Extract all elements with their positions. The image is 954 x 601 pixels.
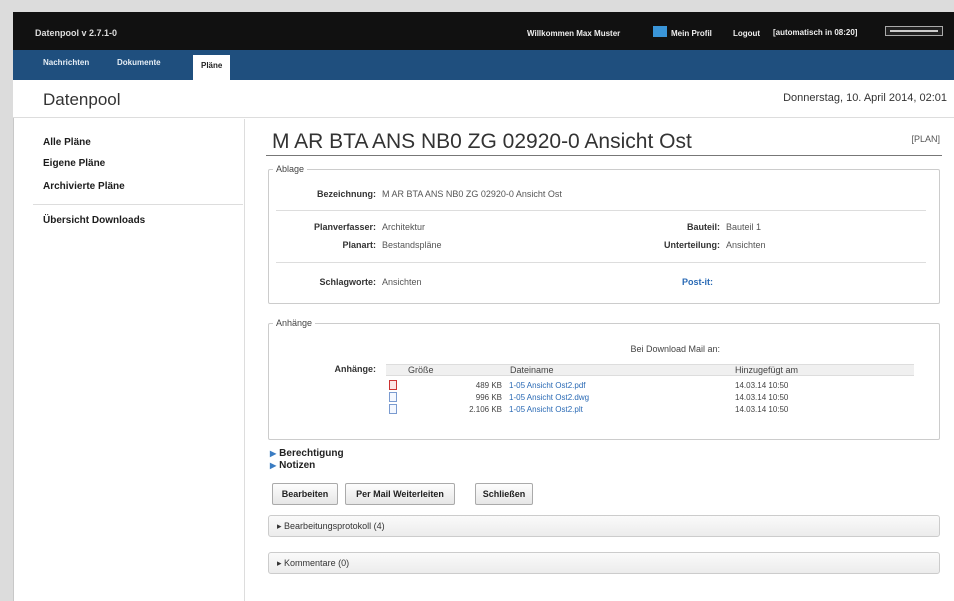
- ablage-separator: [276, 262, 926, 263]
- tab-nachrichten[interactable]: Nachrichten: [43, 58, 89, 67]
- file-link[interactable]: 1-05 Ansicht Ost2.plt: [509, 405, 583, 414]
- per-mail-weiterleiten-button[interactable]: Per Mail Weiterleiten: [345, 483, 455, 505]
- pdf-icon: [389, 380, 397, 390]
- sidebar-item-eigene-plaene[interactable]: Eigene Pläne: [43, 158, 105, 169]
- top-bar: Datenpool v 2.7.1-0 Willkommen Max Muste…: [13, 12, 954, 50]
- page-title: M AR BTA ANS NB0 ZG 02920-0 Ansicht Ost: [272, 130, 692, 153]
- main-nav: Nachrichten Dokumente Pläne: [13, 50, 954, 80]
- schlagworte-value: Ansichten: [382, 277, 422, 287]
- accordion-kommentare[interactable]: ▸ Kommentare (0): [268, 552, 940, 574]
- toggle-notizen[interactable]: ▶ Notizen: [270, 460, 315, 471]
- column-header-dateiname[interactable]: Dateiname: [510, 365, 554, 375]
- toggle-berechtigung[interactable]: ▶ Berechtigung: [270, 448, 344, 459]
- current-date: Donnerstag, 10. April 2014, 02:01: [783, 92, 947, 104]
- file-size: 996 KB: [475, 393, 502, 402]
- triangle-right-icon: ▶: [270, 461, 277, 470]
- ablage-legend: Ablage: [276, 164, 305, 174]
- schlagworte-label: Schlagworte:: [319, 277, 376, 287]
- planart-value: Bestandspläne: [382, 240, 442, 250]
- page-header: Datenpool Donnerstag, 10. April 2014, 02…: [13, 80, 954, 118]
- planverfasser-value: Architektur: [382, 222, 426, 232]
- toggle-label: Notizen: [279, 460, 316, 471]
- anhaenge-legend: Anhänge: [276, 318, 313, 328]
- sidebar-item-alle-plaene[interactable]: Alle Pläne: [43, 137, 91, 148]
- file-link[interactable]: 1-05 Ansicht Ost2.pdf: [509, 381, 586, 390]
- anhaenge-fieldset: Anhänge: [268, 318, 940, 440]
- app-version: Datenpool v 2.7.1-0: [35, 28, 118, 38]
- sidebar-item-archivierte-plaene[interactable]: Archivierte Pläne: [43, 181, 125, 192]
- profile-icon[interactable]: [653, 26, 667, 37]
- sidebar-divider: [33, 204, 243, 205]
- triangle-right-icon: ▸: [277, 521, 282, 531]
- profile-link[interactable]: Mein Profil: [671, 29, 712, 38]
- unterteilung-label: Unterteilung:: [664, 240, 720, 250]
- auto-logout-timer: [automatisch in 08:20]: [773, 28, 858, 37]
- column-header-groesse[interactable]: Größe: [408, 365, 434, 375]
- sidebar: Alle Pläne Eigene Pläne Archivierte Plän…: [13, 119, 245, 601]
- triangle-right-icon: ▸: [277, 558, 282, 568]
- triangle-right-icon: ▶: [270, 449, 277, 458]
- file-date: 14.03.14 10:50: [735, 393, 789, 402]
- file-size: 2.106 KB: [469, 405, 502, 414]
- brand-title: Datenpool: [43, 90, 121, 109]
- toggle-label: Berechtigung: [279, 448, 344, 459]
- column-header-hinzugefuegt[interactable]: Hinzugefügt am: [735, 365, 798, 375]
- bearbeiten-button[interactable]: Bearbeiten: [272, 483, 338, 505]
- attachments-table-header: [386, 364, 914, 376]
- file-link[interactable]: 1-05 Ansicht Ost2.dwg: [509, 393, 589, 402]
- planart-label: Planart:: [342, 240, 376, 250]
- logout-link[interactable]: Logout: [733, 29, 760, 38]
- bezeichnung-value: M AR BTA ANS NB0 ZG 02920-0 Ansicht Ost: [382, 189, 562, 199]
- tab-dokumente[interactable]: Dokumente: [117, 58, 161, 67]
- file-date: 14.03.14 10:50: [735, 381, 789, 390]
- welcome-text: Willkommen Max Muster: [527, 29, 621, 38]
- bezeichnung-label: Bezeichnung:: [316, 189, 376, 199]
- plan-tag: [PLAN]: [911, 134, 940, 144]
- postit-link[interactable]: Post-it:: [682, 277, 713, 287]
- schliessen-button[interactable]: Schließen: [475, 483, 533, 505]
- accordion-label: Bearbeitungsprotokoll (4): [284, 521, 385, 531]
- file-date: 14.03.14 10:50: [735, 405, 789, 414]
- file-size: 489 KB: [475, 381, 502, 390]
- planverfasser-label: Planverfasser:: [313, 222, 376, 232]
- anhaenge-label: Anhänge:: [334, 364, 377, 374]
- accordion-bearbeitungsprotokoll[interactable]: ▸ Bearbeitungsprotokoll (4): [268, 515, 940, 537]
- mail-on-download-label: Bei Download Mail an:: [630, 344, 720, 354]
- bauteil-label: Bauteil:: [686, 222, 720, 232]
- ablage-separator: [276, 210, 926, 211]
- file-icon: [389, 392, 397, 402]
- session-extend-button[interactable]: [885, 26, 943, 36]
- bauteil-value: Bauteil 1: [726, 222, 762, 232]
- sidebar-item-uebersicht-downloads[interactable]: Übersicht Downloads: [43, 215, 145, 226]
- title-divider: [266, 155, 942, 156]
- file-icon: [389, 404, 397, 414]
- accordion-label: Kommentare (0): [284, 558, 350, 568]
- unterteilung-value: Ansichten: [726, 240, 766, 250]
- tab-plaene[interactable]: Pläne: [193, 55, 231, 80]
